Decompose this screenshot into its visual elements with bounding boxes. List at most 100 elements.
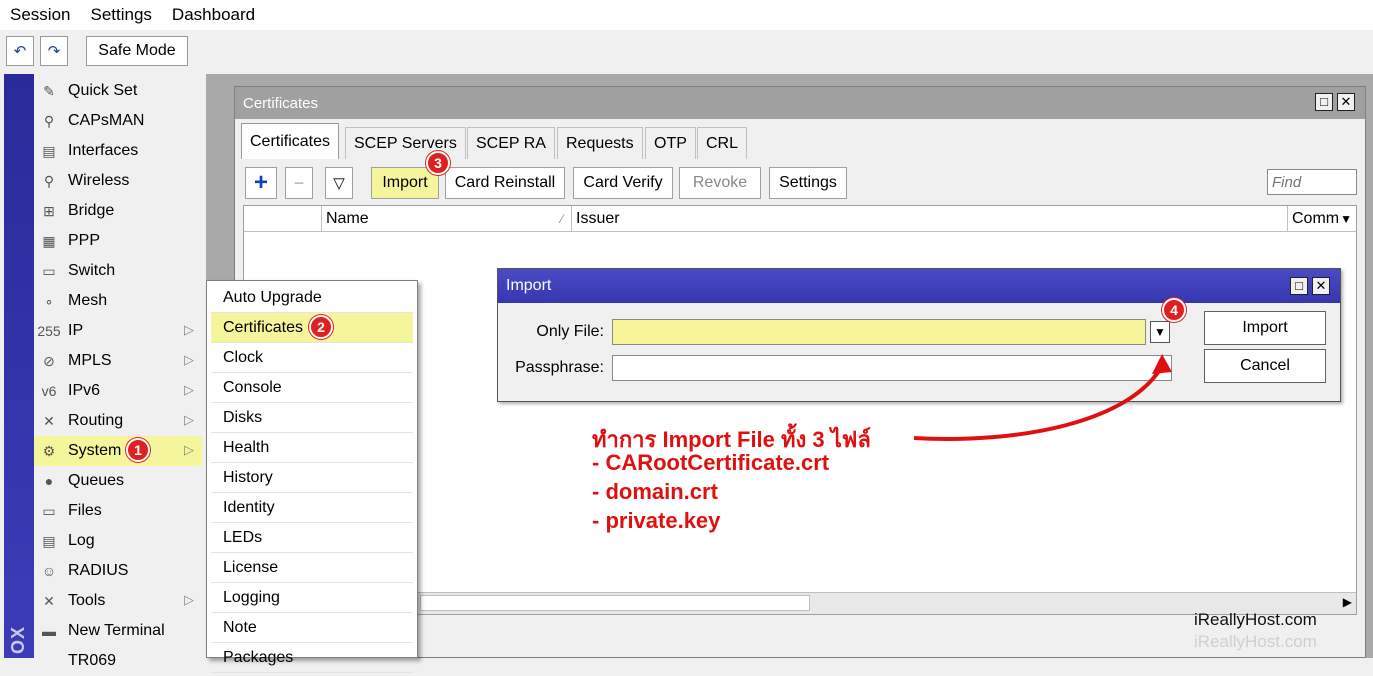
filter-button[interactable]: ▽ bbox=[325, 167, 353, 199]
submenu-item-clock[interactable]: Clock bbox=[211, 343, 413, 373]
import-dialog-title: Import □ ✕ bbox=[498, 269, 1340, 303]
routing-icon: ✕ bbox=[43, 412, 55, 429]
card-verify-button[interactable]: Card Verify bbox=[573, 167, 673, 199]
annotation-line-2: - CARootCertificate.crt bbox=[592, 450, 830, 475]
step-badge-4: 4 bbox=[1162, 298, 1186, 322]
sidebar-item-label: Wireless bbox=[68, 172, 130, 189]
dialog-cancel-button[interactable]: Cancel bbox=[1204, 349, 1326, 383]
switch-icon: ▭ bbox=[42, 262, 56, 279]
submenu-item-history[interactable]: History bbox=[211, 463, 413, 493]
tab-scep-servers[interactable]: SCEP Servers bbox=[345, 127, 466, 159]
sidebar-item-label: TR069 bbox=[68, 652, 117, 669]
maximize-button[interactable]: □ bbox=[1315, 93, 1333, 111]
submenu-item-packages[interactable]: Packages bbox=[211, 643, 413, 673]
scrollbar-thumb[interactable] bbox=[420, 595, 810, 611]
import-button[interactable]: Import bbox=[371, 167, 439, 199]
annotation-line-4: - private.key bbox=[592, 508, 721, 533]
terminal-icon: ▬ bbox=[42, 623, 56, 639]
card-reinstall-button[interactable]: Card Reinstall bbox=[445, 167, 565, 199]
sidebar-item-interfaces[interactable]: ▤ Interfaces bbox=[34, 136, 202, 166]
certificates-window-title: Certificates □ ✕ bbox=[235, 87, 1365, 119]
sidebar-item-ip[interactable]: 255 IP ▷ bbox=[34, 316, 202, 346]
sidebar-item-label: Routing bbox=[68, 412, 124, 429]
bridge-icon: ⊞ bbox=[43, 202, 55, 219]
tab-requests[interactable]: Requests bbox=[557, 127, 643, 159]
submenu-arrow-icon: ▷ bbox=[184, 412, 194, 427]
column-header-comment[interactable]: Comm ▼ bbox=[1288, 206, 1356, 232]
sidebar-item-label: Log bbox=[68, 532, 95, 549]
sidebar-item-bridge[interactable]: ⊞ Bridge bbox=[34, 196, 202, 226]
tr069-icon bbox=[38, 651, 60, 671]
sidebar-item-tools[interactable]: ✕ Tools ▷ bbox=[34, 586, 202, 616]
tab-crl[interactable]: CRL bbox=[697, 127, 748, 159]
sidebar-item-system[interactable]: ⚙ System ▷ bbox=[34, 436, 202, 466]
sidebar-item-mpls[interactable]: ⊘ MPLS ▷ bbox=[34, 346, 202, 376]
sidebar-item-label: IPv6 bbox=[68, 382, 101, 399]
sidebar-item-radius[interactable]: ☺ RADIUS bbox=[34, 556, 202, 586]
sidebar-item-log[interactable]: ▤ Log bbox=[34, 526, 202, 556]
submenu-item-leds[interactable]: LEDs bbox=[211, 523, 413, 553]
close-icon: ✕ bbox=[1315, 278, 1327, 293]
sidebar-item-label: Queues bbox=[68, 472, 125, 489]
dropdown-arrow-icon: ▼ bbox=[1154, 325, 1166, 339]
column-name-label: Name bbox=[326, 209, 369, 227]
sidebar-item-wireless[interactable]: ⚲ Wireless bbox=[34, 166, 202, 196]
dialog-import-button[interactable]: Import bbox=[1204, 311, 1326, 345]
ppp-icon: ▦ bbox=[42, 232, 56, 249]
sidebar-item-label: Mesh bbox=[68, 292, 108, 309]
submenu-item-identity[interactable]: Identity bbox=[211, 493, 413, 523]
submenu-arrow-icon: ▷ bbox=[184, 322, 194, 337]
column-comment-label: Comm bbox=[1292, 209, 1340, 227]
step-badge-1: 1 bbox=[126, 438, 150, 462]
sidebar-item-capsman[interactable]: ⚲ CAPsMAN bbox=[34, 106, 202, 136]
sidebar-item-new-terminal[interactable]: ▬ New Terminal bbox=[34, 616, 202, 646]
safe-mode-button[interactable]: Safe Mode bbox=[86, 36, 188, 66]
files-icon: ▭ bbox=[42, 502, 56, 519]
mesh-icon: ∘ bbox=[44, 292, 54, 309]
find-input[interactable] bbox=[1267, 169, 1357, 195]
sidebar-item-ppp[interactable]: ▦ PPP bbox=[34, 226, 202, 256]
sidebar-item-quick-set[interactable]: ✎ Quick Set bbox=[34, 76, 202, 106]
sidebar-item-switch[interactable]: ▭ Switch bbox=[34, 256, 202, 286]
submenu-arrow-icon: ▷ bbox=[184, 442, 194, 457]
menu-dashboard[interactable]: Dashboard bbox=[172, 5, 255, 25]
revoke-button[interactable]: Revoke bbox=[679, 167, 761, 199]
sidebar-item-files[interactable]: ▭ Files bbox=[34, 496, 202, 526]
menu-session[interactable]: Session bbox=[10, 5, 70, 25]
tab-certificates[interactable]: Certificates bbox=[241, 123, 340, 159]
sidebar-item-queues[interactable]: ● Queues bbox=[34, 466, 202, 496]
redo-button[interactable]: ↷ bbox=[40, 36, 68, 66]
sidebar-item-label: New Terminal bbox=[68, 622, 165, 639]
close-icon: ✕ bbox=[1340, 94, 1352, 109]
log-icon: ▤ bbox=[42, 532, 56, 549]
close-button[interactable]: ✕ bbox=[1337, 93, 1355, 111]
submenu-item-console[interactable]: Console bbox=[211, 373, 413, 403]
sidebar-item-label: MPLS bbox=[68, 352, 112, 369]
submenu-item-disks[interactable]: Disks bbox=[211, 403, 413, 433]
add-button[interactable]: + bbox=[245, 167, 277, 199]
submenu-item-health[interactable]: Health bbox=[211, 433, 413, 463]
step-badge-2: 2 bbox=[309, 315, 333, 339]
plus-icon: + bbox=[253, 169, 268, 196]
sidebar-item-label: PPP bbox=[68, 232, 101, 249]
settings-button[interactable]: Settings bbox=[769, 167, 847, 199]
menu-settings[interactable]: Settings bbox=[90, 5, 151, 25]
system-submenu: Auto Upgrade Certificates Clock Console Disk… bbox=[206, 280, 418, 673]
submenu-item-auto-upgrade[interactable]: Auto Upgrade bbox=[211, 283, 413, 313]
sidebar-item-mesh[interactable]: ∘ Mesh bbox=[34, 286, 202, 316]
submenu-item-license[interactable]: License bbox=[211, 553, 413, 583]
tab-otp[interactable]: OTP bbox=[645, 127, 696, 159]
tab-scep-ra[interactable]: SCEP RA bbox=[467, 127, 555, 159]
scroll-right-icon[interactable]: ▶ bbox=[1343, 595, 1352, 609]
sidebar-item-tr069[interactable]: TR069 bbox=[34, 646, 202, 676]
column-header-issuer[interactable]: Issuer bbox=[572, 206, 1288, 232]
sidebar-item-routing[interactable]: ✕ Routing ▷ bbox=[34, 406, 202, 436]
sidebar-item-ipv6[interactable]: v6 IPv6 ▷ bbox=[34, 376, 202, 406]
dialog-close-button[interactable]: ✕ bbox=[1312, 277, 1330, 295]
undo-button[interactable]: ↶ bbox=[6, 36, 34, 66]
column-header-name[interactable]: Name ⁄ bbox=[322, 206, 572, 232]
remove-button[interactable]: − bbox=[285, 167, 313, 199]
submenu-item-note[interactable]: Note bbox=[211, 613, 413, 643]
dialog-maximize-button[interactable]: □ bbox=[1290, 277, 1308, 295]
submenu-item-logging[interactable]: Logging bbox=[211, 583, 413, 613]
